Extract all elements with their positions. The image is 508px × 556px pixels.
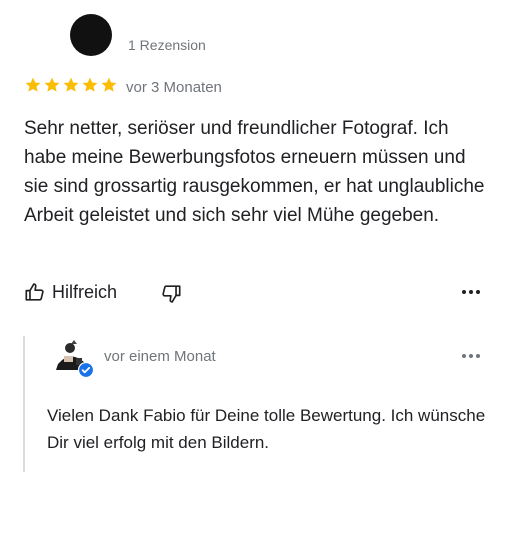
star-icon (25, 77, 41, 92)
star-icon (63, 77, 79, 92)
reviewer-review-count[interactable]: 1 Rezension (128, 37, 206, 53)
dot (469, 290, 473, 294)
reviewer-avatar[interactable] (70, 14, 112, 56)
dot (476, 290, 480, 294)
verified-badge-icon (77, 361, 95, 379)
helpful-button[interactable]: Hilfreich (24, 281, 117, 303)
star-icon (101, 77, 117, 92)
dot (476, 354, 480, 358)
dislike-button[interactable] (160, 283, 182, 305)
thumbs-down-icon (162, 285, 181, 303)
dot (469, 354, 473, 358)
review-text: Sehr netter, seriöser und freundlicher F… (24, 118, 485, 226)
review-date: vor 3 Monaten (126, 79, 222, 96)
dot (462, 290, 466, 294)
reply-more-options-icon[interactable] (462, 354, 480, 358)
thumbs-up-icon (25, 283, 44, 301)
reply-date: vor einem Monat (104, 348, 216, 365)
star-rating (24, 76, 118, 94)
star-icon (44, 77, 60, 92)
dot (462, 354, 466, 358)
star-icon (82, 77, 98, 92)
review-more-options-icon[interactable] (462, 290, 480, 294)
reply-divider (23, 336, 25, 472)
reply-text: Vielen Dank Fabio für Deine tolle Bewert… (47, 406, 486, 452)
helpful-label: Hilfreich (52, 281, 118, 302)
